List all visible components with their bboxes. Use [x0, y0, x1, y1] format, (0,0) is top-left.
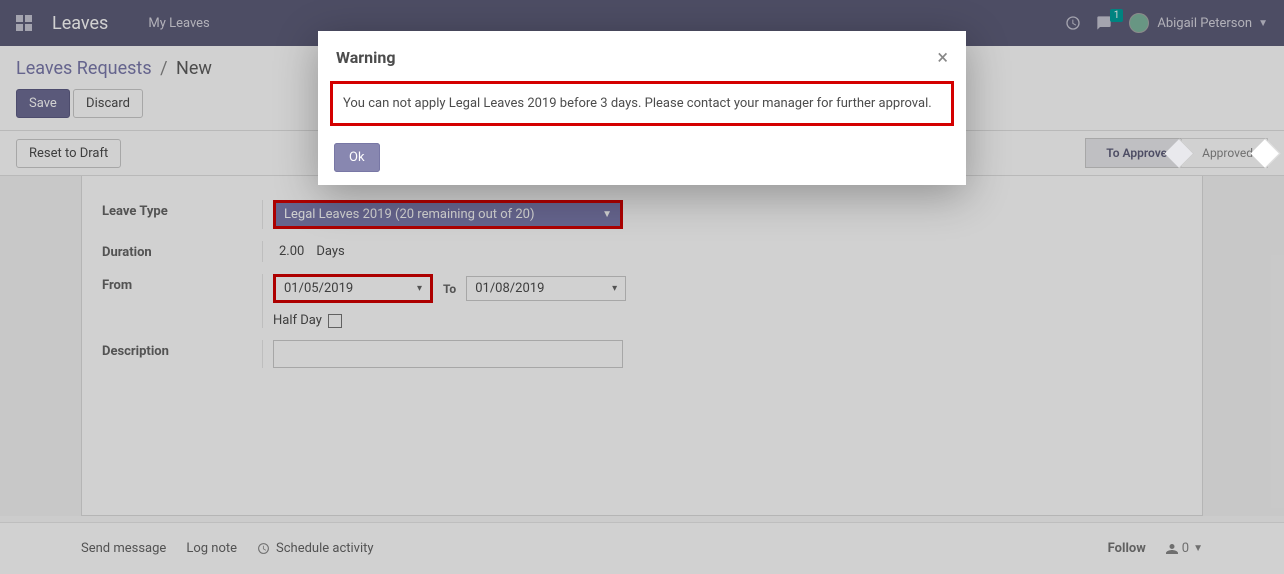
- dialog-message: You can not apply Legal Leaves 2019 befo…: [330, 81, 954, 126]
- warning-dialog: Warning × You can not apply Legal Leaves…: [318, 31, 966, 185]
- ok-button[interactable]: Ok: [334, 143, 380, 172]
- close-icon[interactable]: ×: [937, 47, 948, 67]
- dialog-title: Warning: [336, 48, 395, 67]
